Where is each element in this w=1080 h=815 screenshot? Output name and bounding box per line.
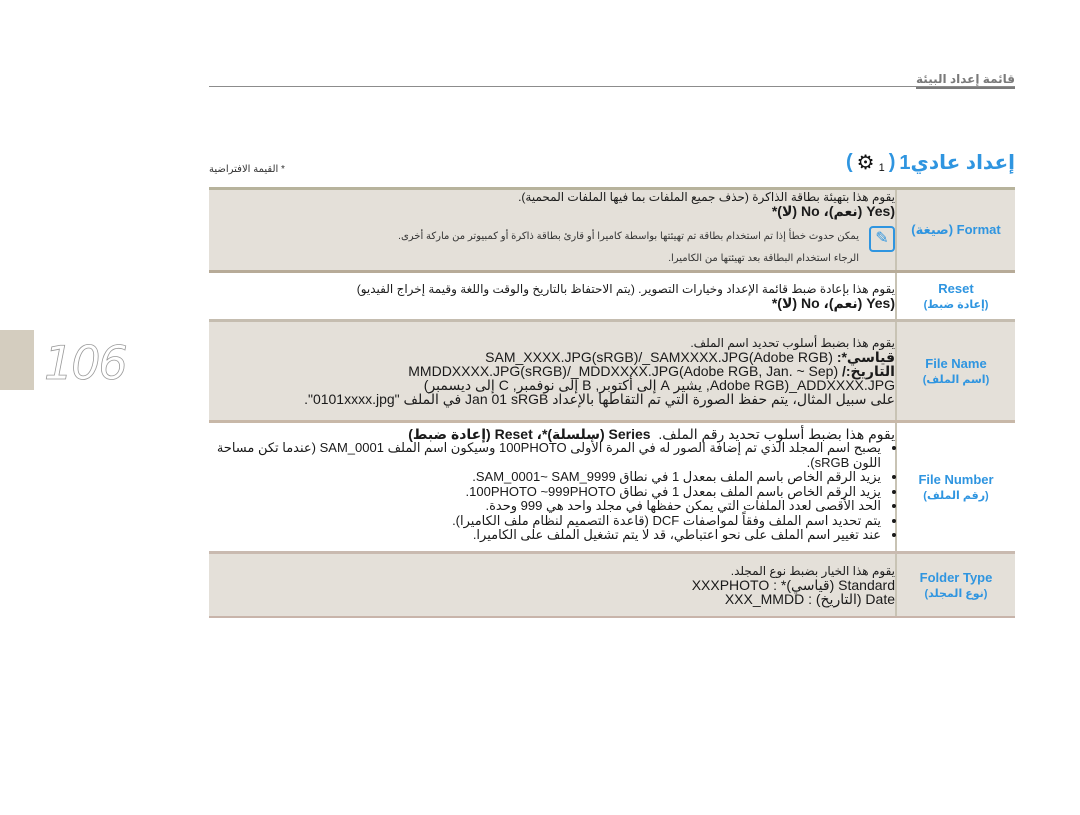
title-paren-close: ) [845,151,853,173]
table-row-reset: Reset (إعادة ضبط) يقوم هذا بإعادة ضبط قا… [209,271,1015,322]
label-ar-text: (صيغة) [911,222,954,237]
label-cell: File Number (رقم الملف) [895,421,1015,553]
section-header-text: قائمة إعداد البيئة [916,72,1015,89]
gear-icon: ⚙ [856,152,875,174]
list-item: يزيد الرقم الخاص باسم الملف بمعدل 1 في ن… [209,484,881,500]
row-label-ar: (اسم الملف) [922,374,990,386]
list-item: يزيد الرقم الخاص باسم الملف بمعدل 1 في ن… [209,469,881,485]
list-item: عند تغيير اسم الملف على نحو اعتباطي، قد … [209,527,881,543]
row-description: يقوم هذا بضبط أسلوب تحديد اسم الملف. [690,336,895,350]
label-cell: Folder Type (نوع المجلد) [895,550,1015,618]
label-en-text: Format [956,222,1001,237]
table-row-folder-type: Folder Type (نوع المجلد) يقوم هذا الخيار… [209,550,1015,618]
settings-table: Format (صيغة) يقوم هذا بتهيئة بطاقة الذا… [209,187,1015,618]
page-title: إعداد عادي1 ( 1 ⚙ ) [846,150,1015,175]
file-name-standard: قياسي*: SAM_XXXX.JPG(sRGB)/_SAMXXXX.JPG(… [209,350,895,364]
page-title-text: إعداد عادي1 [899,152,1015,174]
desc-cell: يقوم هذا بتهيئة بطاقة الذاكرة (حذف جميع … [209,187,896,273]
page-number: 106 [44,336,129,391]
row-description: يقوم هذا بإعادة ضبط قائمة الإعداد وخيارا… [356,282,895,296]
row-label-ar: (إعادة ضبط) [923,299,989,311]
note-box: ✎ يمكن حدوث خطأ إذا تم استخدام بطاقة تم … [209,226,895,270]
title-paren-open: ( [888,151,896,173]
table-row-format: Format (صيغة) يقوم هذا بتهيئة بطاقة الذا… [209,187,1015,273]
row-label-en: File Number [918,471,994,487]
row-description: يقوم هذا بضبط أسلوب تحديد رقم الملف. Ser… [209,427,895,441]
row-label-en: Reset [938,281,974,296]
table-row-file-number: File Number (رقم الملف) يقوم هذا بضبط أس… [209,421,1015,553]
title-row: إعداد عادي1 ( 1 ⚙ ) * القيمة الافتراضية [209,150,1015,180]
row-label-en: File Name [925,356,987,371]
desc-cell: يقوم هذا بضبط أسلوب تحديد رقم الملف. Ser… [209,421,896,553]
note-line: يمكن حدوث خطأ إذا تم استخدام بطاقة تم ته… [398,231,859,242]
row-label-ar: (نوع المجلد) [924,587,988,600]
row-label-en: Format (صيغة) [897,222,1015,238]
table-row-file-name: File Name (اسم الملف) يقوم هذا بضبط أسلو… [209,319,1015,423]
label-cell: File Name (اسم الملف) [895,319,1015,423]
desc-cell: يقوم هذا بضبط أسلوب تحديد اسم الملف. قيا… [209,319,896,423]
bullet-list: يصبح اسم المجلد الذي تم إضافة الصور له ف… [209,440,895,543]
label-cell: Reset (إعادة ضبط) [895,271,1015,322]
default-value-note: * القيمة الافتراضية [209,164,285,175]
folder-date: Date (التاريخ) : XXX_MMDD [724,590,895,607]
row-options: (Yes (نعم)، No (لا)* [771,203,895,219]
row-label-en: Folder Type [919,569,993,585]
row-options: (Yes (نعم)، No (لا)* [771,295,895,311]
row-description: يقوم هذا بتهيئة بطاقة الذاكرة (حذف جميع … [518,190,895,204]
folder-standard: Standard (قياسي)* : XXXPHOTO [691,576,895,593]
note-text-block: يمكن حدوث خطأ إذا تم استخدام بطاقة تم ته… [398,226,859,270]
list-item: الحد الأقصى لعدد الملفات التي يمكن حفظها… [209,498,881,514]
row-description: يقوم هذا الخيار بضبط نوع المجلد. [730,563,895,578]
side-tab-marker [0,330,34,390]
file-name-example: على سبيل المثال، يتم حفظ الصورة التي تم … [304,391,895,407]
pencil-note-icon: ✎ [869,226,895,252]
desc-cell: يقوم هذا بإعادة ضبط قائمة الإعداد وخيارا… [209,271,896,322]
list-item: يصبح اسم المجلد الذي تم إضافة الصور له ف… [209,440,881,470]
section-header: قائمة إعداد البيئة [209,70,1015,89]
row-label-ar: (رقم الملف) [923,489,989,502]
list-item: يتم تحديد اسم الملف وفقاً لمواصفات DCF (… [209,513,881,529]
file-name-date-cont: Adobe RGB)_ADDXXXX.JPG, يشير A إلى أكتوب… [423,377,895,393]
title-icon-subscript: 1 [878,161,885,174]
file-name-date: التاريخ:/ MMDDXXXX.JPG(sRGB)/_MDDXXXX.JP… [209,364,895,378]
note-line: الرجاء استخدام البطاقة بعد تهيئتها من ال… [668,253,859,264]
label-cell: Format (صيغة) [895,187,1015,273]
desc-cell: يقوم هذا الخيار بضبط نوع المجلد. Standar… [209,550,896,618]
